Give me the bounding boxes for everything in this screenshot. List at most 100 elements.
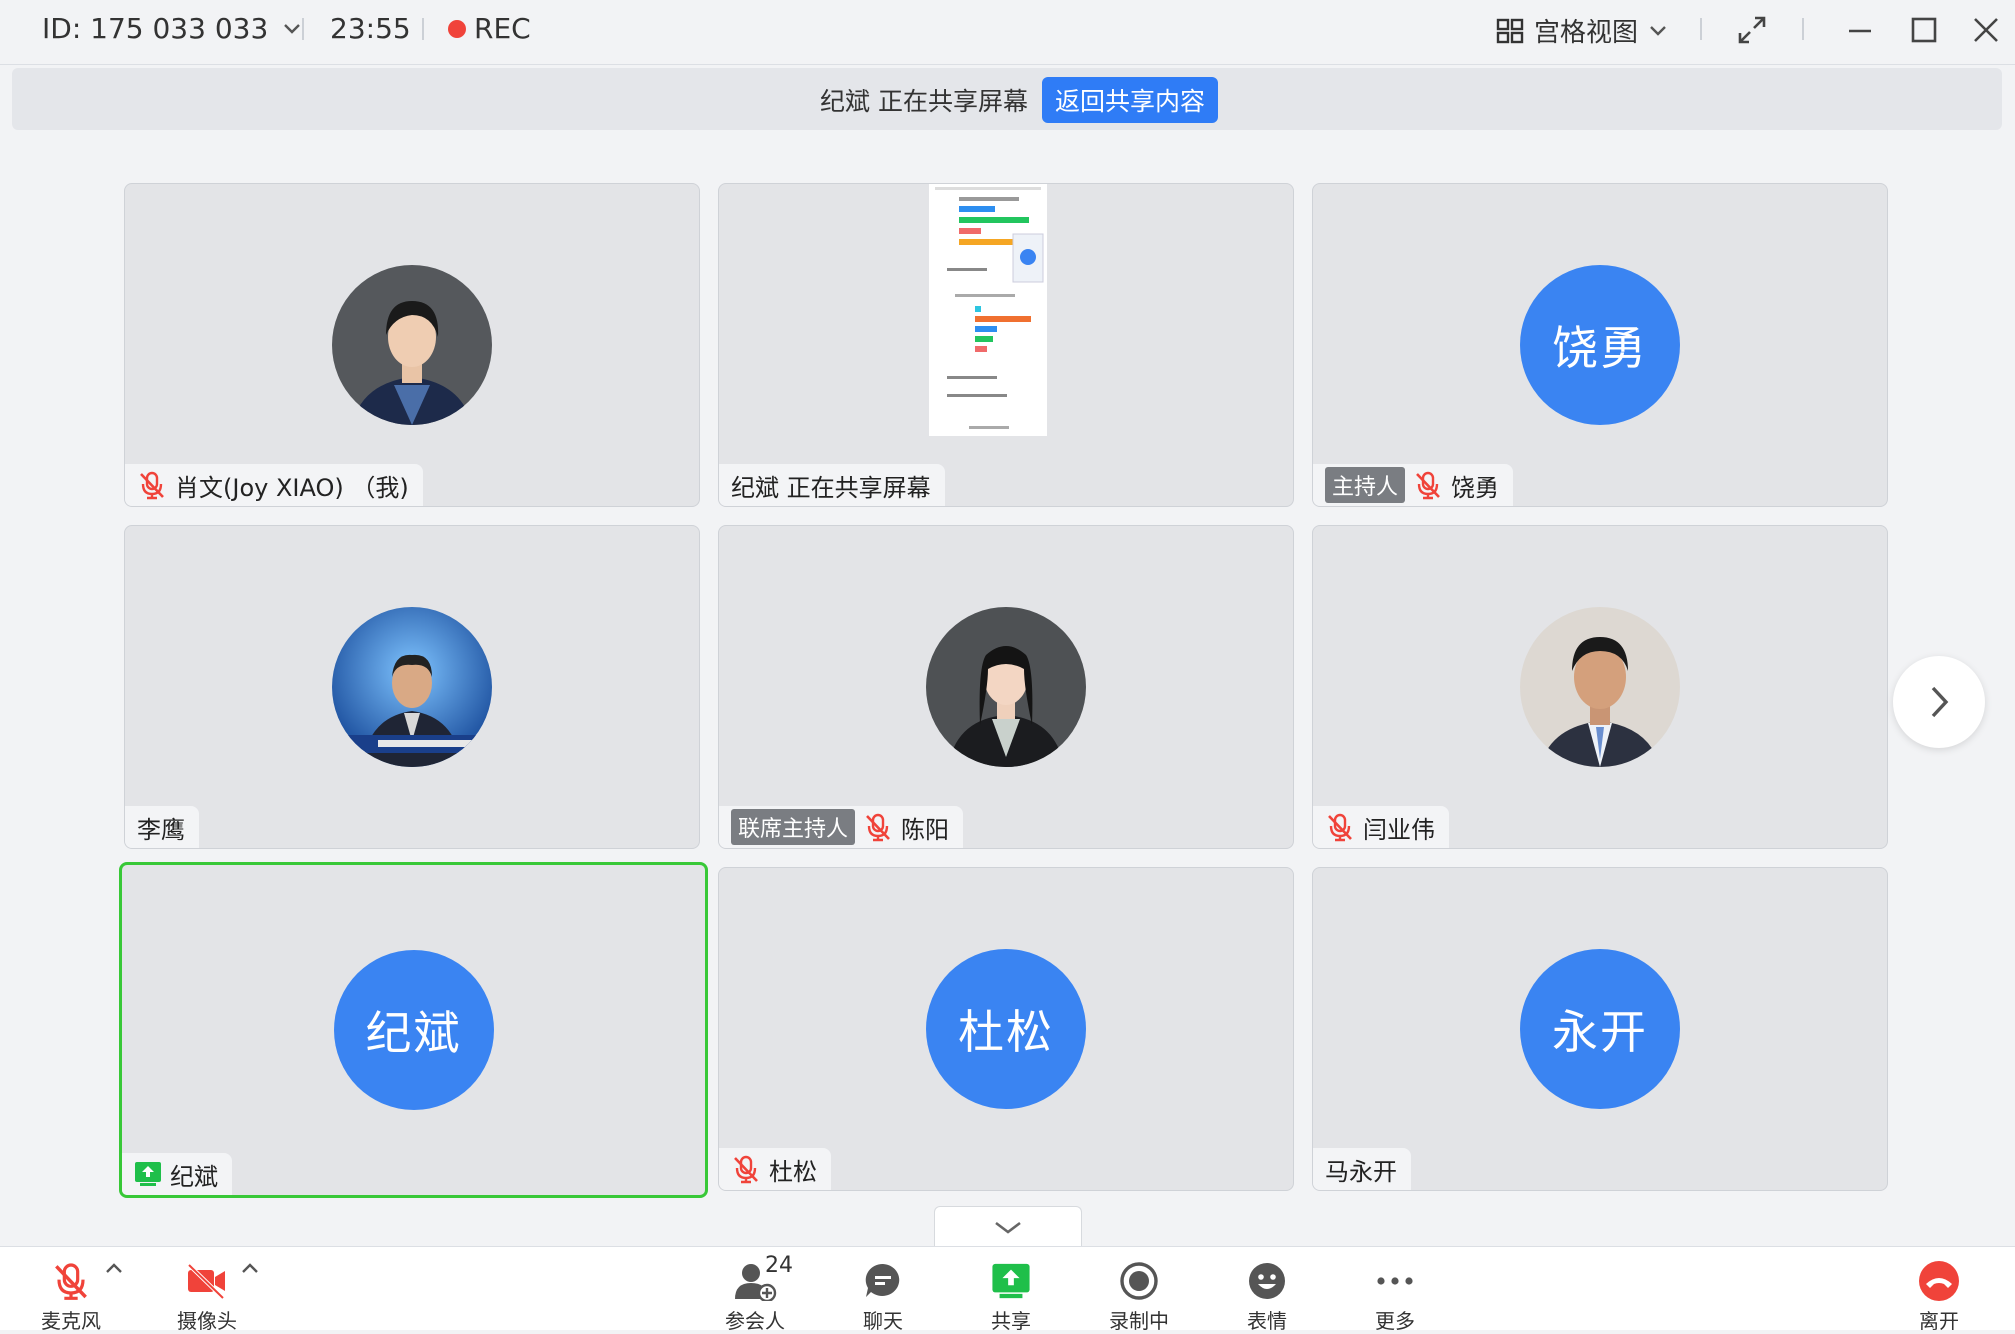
share-button[interactable]: 共享 <box>956 1259 1066 1334</box>
chevron-down-icon <box>1650 25 1666 36</box>
participant-nametag: 主持人 饶勇 <box>1313 464 1514 506</box>
shared-screen-tile[interactable]: 纪斌 正在共享屏幕 <box>718 183 1294 507</box>
participant-nametag: 肖文(Joy XIAO) （我) <box>125 464 423 506</box>
divider <box>302 18 304 40</box>
leave-label: 离开 <box>1919 1309 1959 1333</box>
avatar <box>332 607 492 767</box>
mic-muted-icon <box>1328 813 1352 842</box>
mic-options-caret-icon[interactable] <box>104 1261 124 1275</box>
participant-name: 闫业伟 <box>1363 815 1435 844</box>
avatar <box>926 607 1086 767</box>
divider <box>422 18 424 40</box>
shared-screen-thumbnail <box>929 184 1047 436</box>
shared-screen-image <box>929 184 1047 436</box>
view-mode-dropdown[interactable]: 宫格视图 <box>1496 12 1668 49</box>
host-badge: 主持人 <box>1325 467 1406 503</box>
participant-tile[interactable]: 闫业伟 <box>1312 525 1888 849</box>
return-to-share-button[interactable]: 返回共享内容 <box>1042 77 1218 123</box>
maximize-button[interactable] <box>1902 10 1946 50</box>
expand-icon <box>1738 16 1766 44</box>
avatar: 杜松 <box>926 949 1086 1109</box>
share-label: 共享 <box>991 1309 1031 1333</box>
reactions-button[interactable]: 表情 <box>1212 1259 1322 1334</box>
share-banner: 纪斌 正在共享屏幕 返回共享内容 <box>12 68 2002 130</box>
share-banner-text: 纪斌 正在共享屏幕 <box>820 87 1028 116</box>
emoji-icon <box>1249 1263 1285 1299</box>
participant-tile[interactable]: 永开 马永开 <box>1312 867 1888 1191</box>
participant-name: 杜松 <box>769 1157 817 1186</box>
rec-label: REC <box>474 12 531 45</box>
title-bar: ID: 175 033 033 23:55 REC 宫格视图 <box>0 0 2015 65</box>
minimize-button[interactable] <box>1838 10 1882 50</box>
participant-nametag: 李鹰 <box>125 806 199 848</box>
chat-button[interactable]: 聊天 <box>828 1259 938 1334</box>
avatar: 永开 <box>1520 949 1680 1109</box>
mic-muted-icon <box>866 813 890 842</box>
participant-tile[interactable]: 杜松 杜松 <box>718 867 1294 1191</box>
meeting-id: ID: 175 033 033 <box>42 12 269 45</box>
mic-muted-icon <box>734 1155 758 1184</box>
chat-label: 聊天 <box>863 1309 903 1333</box>
avatar: 纪斌 <box>333 950 494 1110</box>
next-page-button[interactable] <box>1893 656 1985 748</box>
camera-label: 摄像头 <box>177 1309 237 1333</box>
participant-name: 纪斌 <box>170 1162 218 1191</box>
participant-tile[interactable]: 饶勇 主持人 饶勇 <box>1312 183 1888 507</box>
participant-name: 马永开 <box>1325 1157 1397 1186</box>
participant-count: 24 <box>765 1253 793 1278</box>
participant-photo <box>332 265 492 425</box>
participants-label: 参会人 <box>725 1309 785 1333</box>
participant-name: 陈阳 <box>901 815 950 844</box>
participant-photo <box>332 607 492 767</box>
hang-up-icon <box>1919 1261 1959 1301</box>
participant-name: 肖文(Joy XIAO) （我) <box>175 473 409 502</box>
chevron-down-icon <box>284 23 301 34</box>
recording-button[interactable]: 录制中 <box>1084 1259 1194 1334</box>
participant-tile[interactable]: 肖文(Joy XIAO) （我) <box>124 183 700 507</box>
camera-off-icon <box>187 1263 225 1300</box>
recording-indicator[interactable]: REC <box>448 12 531 45</box>
camera-options-caret-icon[interactable] <box>240 1261 260 1275</box>
participants-button[interactable]: 24 参会人 <box>700 1253 810 1334</box>
participant-tile[interactable]: 李鹰 <box>124 525 700 849</box>
leave-button[interactable]: 离开 <box>1884 1259 1994 1334</box>
participant-name: 饶勇 <box>1451 473 1500 502</box>
fullscreen-button[interactable] <box>1730 10 1774 50</box>
participant-photo <box>926 607 1086 767</box>
participant-name: 纪斌 正在共享屏幕 <box>731 473 931 502</box>
more-dots-icon <box>1377 1277 1413 1285</box>
avatar <box>1520 607 1680 767</box>
divider <box>1700 18 1702 40</box>
avatar: 饶勇 <box>1520 265 1680 425</box>
participant-nametag: 闫业伟 <box>1313 806 1449 848</box>
participant-nametag: 联席主持人 陈阳 <box>719 806 964 848</box>
minimize-icon <box>1849 29 1871 33</box>
close-button[interactable] <box>1964 10 2008 50</box>
participant-nametag: 纪斌 <box>122 1153 232 1195</box>
collapse-toolbar-tab[interactable] <box>934 1206 1082 1249</box>
bottom-toolbar: 麦克风 摄像头 24 参会人 聊天 共享 录制中 表情 更多 离开 <box>0 1246 2015 1333</box>
grid-view-icon <box>1496 18 1524 43</box>
mic-muted-icon <box>1416 471 1440 500</box>
close-icon <box>1974 18 1998 42</box>
record-icon <box>1120 1262 1158 1300</box>
reactions-label: 表情 <box>1247 1309 1287 1333</box>
meeting-timer: 23:55 <box>330 12 411 45</box>
more-label: 更多 <box>1375 1309 1415 1333</box>
screen-share-icon <box>135 1162 161 1186</box>
participant-tile[interactable]: 联席主持人 陈阳 <box>718 525 1294 849</box>
participant-photo <box>1520 607 1680 767</box>
share-screen-icon <box>992 1263 1030 1299</box>
recording-label: 录制中 <box>1109 1309 1169 1333</box>
mic-label: 麦克风 <box>41 1309 101 1333</box>
participant-name: 李鹰 <box>137 815 185 844</box>
more-button[interactable]: 更多 <box>1340 1259 1450 1334</box>
chevron-right-icon <box>1931 686 1949 718</box>
chevron-down-icon <box>995 1221 1021 1234</box>
record-dot-icon <box>448 19 466 38</box>
mic-muted-icon <box>55 1263 87 1300</box>
cohost-badge: 联席主持人 <box>731 809 856 845</box>
participant-nametag: 杜松 <box>719 1148 831 1190</box>
participant-tile-active-speaker[interactable]: 纪斌 纪斌 <box>119 862 708 1198</box>
meeting-id-dropdown[interactable]: ID: 175 033 033 <box>42 12 302 45</box>
